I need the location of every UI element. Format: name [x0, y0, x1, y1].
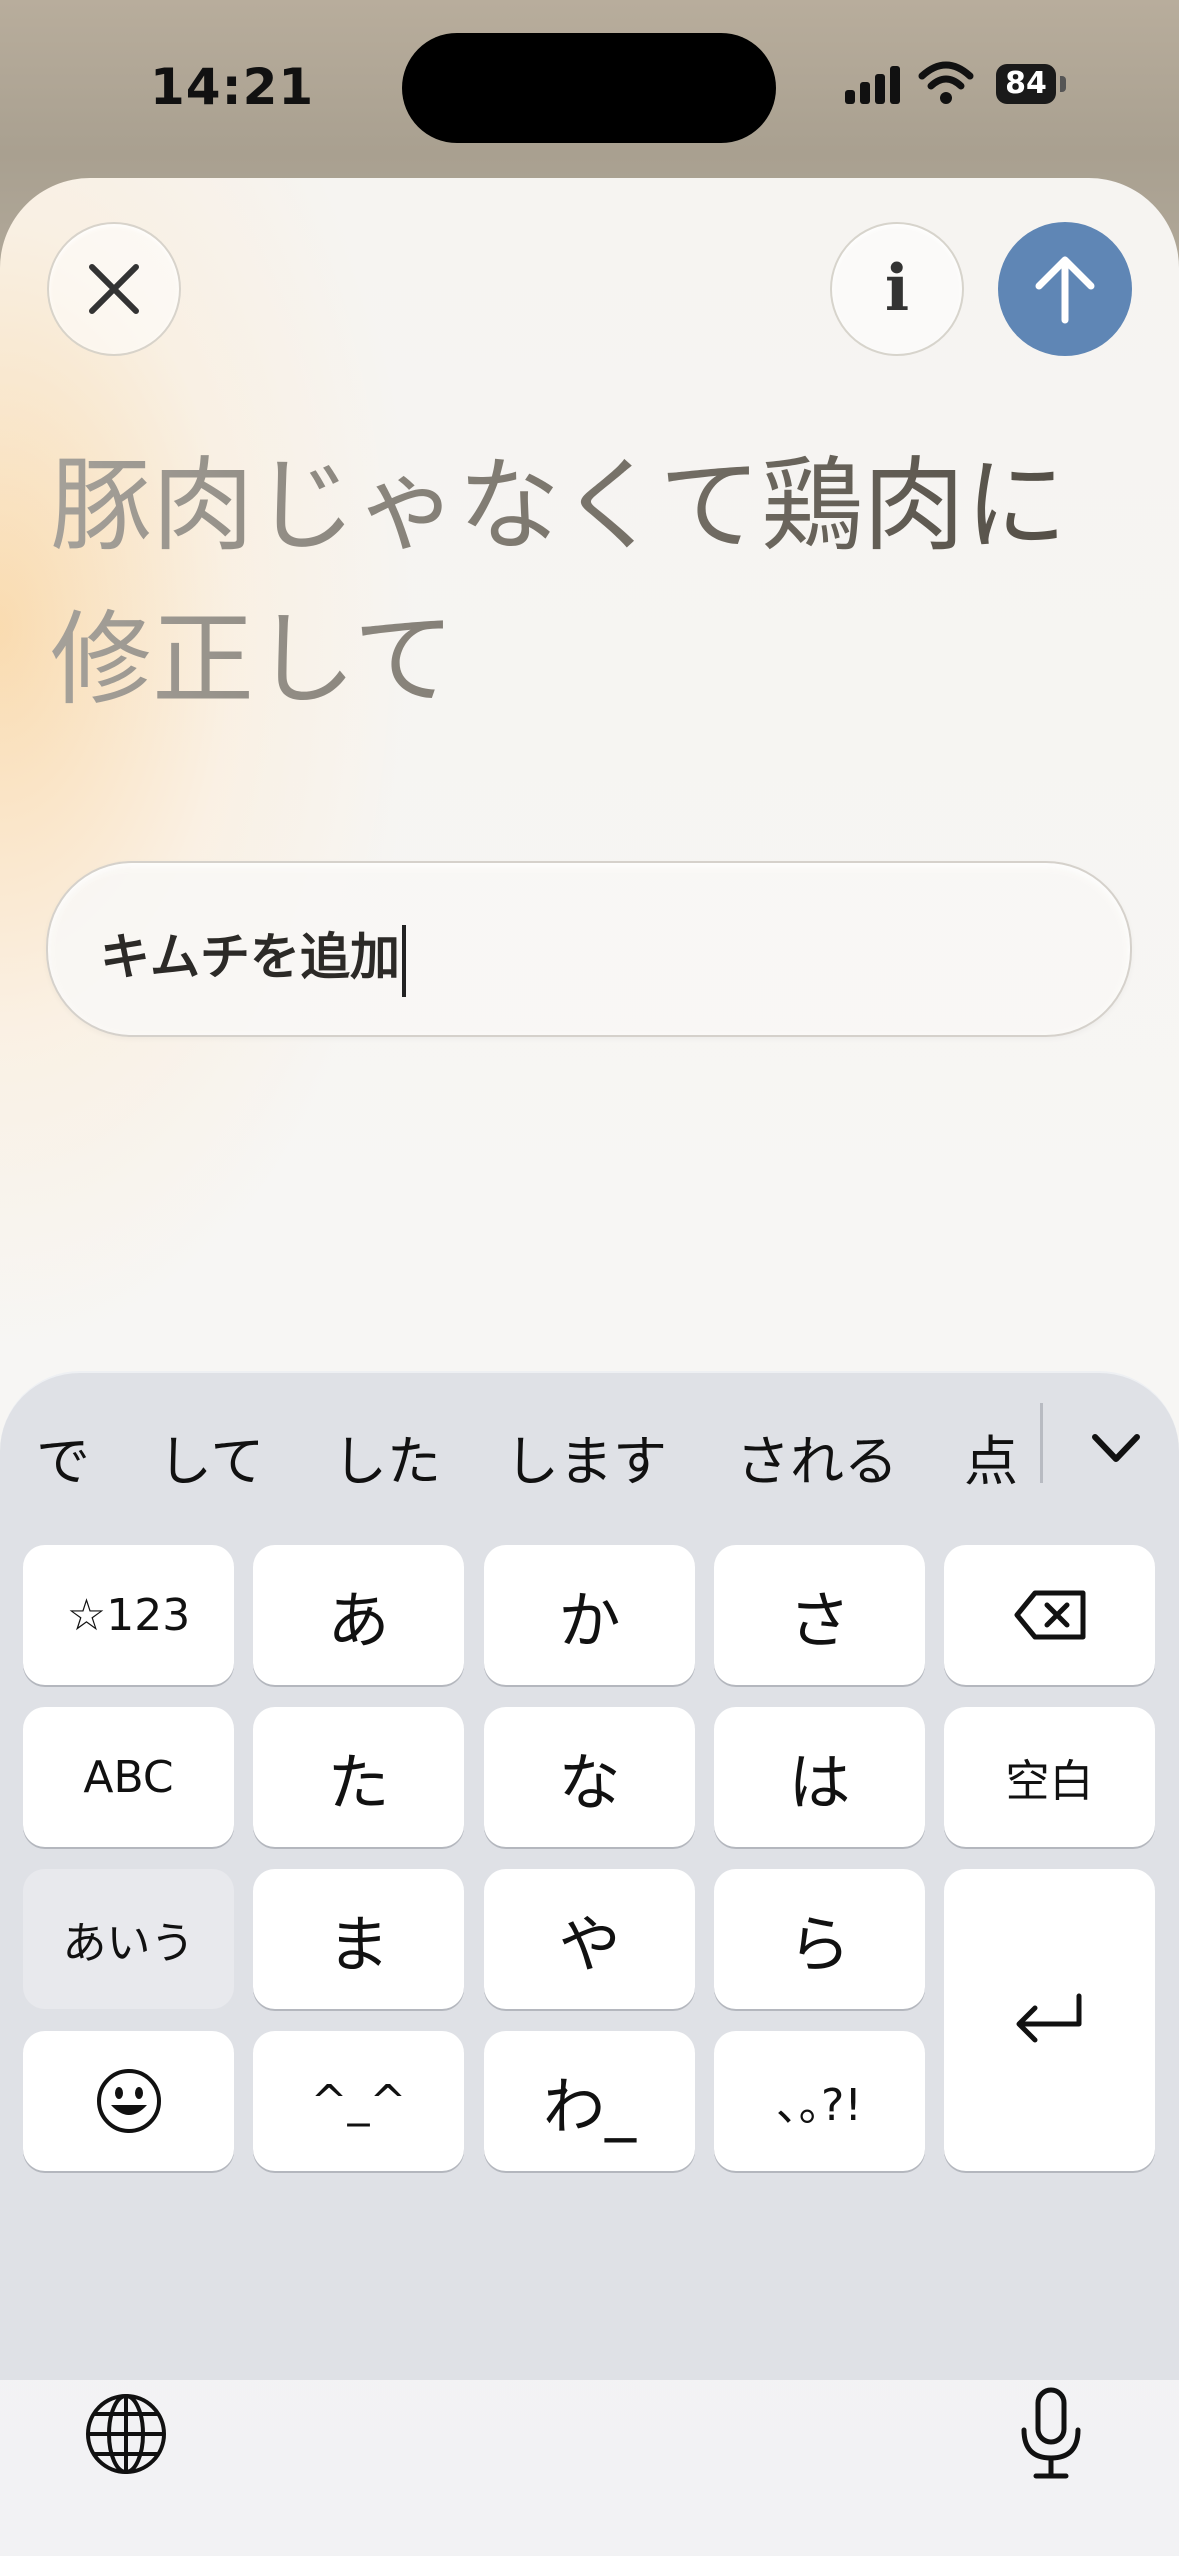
key-a[interactable]: あ	[253, 1545, 464, 1685]
return-key[interactable]	[944, 1869, 1155, 2171]
key-na[interactable]: な	[484, 1707, 695, 1847]
text-caret	[402, 924, 406, 997]
previous-prompt-text: 豚肉じゃなくて鶏肉に修正して	[50, 430, 1130, 738]
key-ta[interactable]: た	[253, 1707, 464, 1847]
status-bar: 14:21 84	[0, 0, 1179, 175]
battery-cap	[1060, 76, 1066, 92]
key-abc[interactable]: ABC	[23, 1707, 234, 1847]
close-button[interactable]	[47, 222, 181, 356]
close-icon	[89, 264, 139, 314]
key-kana-mode[interactable]: あいう	[23, 1869, 234, 2009]
send-button[interactable]	[998, 222, 1132, 356]
key-ra[interactable]: ら	[714, 1869, 925, 2009]
key-sa[interactable]: さ	[714, 1545, 925, 1685]
cellular-signal-icon	[845, 64, 903, 104]
emoji-icon	[96, 2069, 161, 2133]
key-punctuation[interactable]: ､｡?!	[714, 2031, 925, 2171]
prompt-input-value[interactable]: キムチを追加	[100, 917, 406, 997]
info-icon: i	[884, 251, 910, 326]
return-icon	[1016, 1993, 1081, 2043]
key-ma[interactable]: ま	[253, 1869, 464, 2009]
candidate-item[interactable]: した	[333, 1417, 441, 1496]
key-symbols[interactable]: ☆123	[23, 1545, 234, 1685]
candidate-item[interactable]: します	[505, 1417, 667, 1496]
battery-indicator: 84	[996, 64, 1056, 104]
candidate-item[interactable]: して	[158, 1417, 264, 1496]
prompt-input[interactable]: キムチを追加	[46, 861, 1132, 1037]
delete-icon	[1014, 1590, 1085, 1640]
candidate-divider	[1040, 1403, 1043, 1483]
info-button[interactable]: i	[830, 222, 964, 356]
key-ha[interactable]: は	[714, 1707, 925, 1847]
japanese-keyboard: で して した します される 点 ☆123 あ か さ ABC た な は 空…	[0, 1371, 1179, 2479]
emoji-key[interactable]	[23, 2031, 234, 2171]
key-ya[interactable]: や	[484, 1869, 695, 2009]
candidate-bar: で して した します される 点	[0, 1373, 1179, 1523]
chevron-down-icon[interactable]	[1085, 1417, 1147, 1479]
microphone-icon[interactable]	[1016, 2386, 1086, 2482]
delete-key[interactable]	[944, 1545, 1155, 1685]
globe-icon[interactable]	[84, 2392, 168, 2476]
key-kaomoji[interactable]: ^_^	[253, 2031, 464, 2171]
candidate-item[interactable]: で	[36, 1417, 90, 1496]
candidate-item[interactable]: される	[736, 1417, 898, 1496]
wifi-icon	[918, 61, 974, 104]
key-ka[interactable]: か	[484, 1545, 695, 1685]
clock: 14:21	[150, 58, 315, 116]
candidate-item[interactable]: 点	[964, 1417, 1018, 1496]
space-key[interactable]: 空白	[944, 1707, 1155, 1847]
key-wa[interactable]: わ_	[484, 2031, 695, 2171]
dynamic-island	[402, 33, 776, 143]
arrow-up-icon	[1035, 256, 1095, 324]
